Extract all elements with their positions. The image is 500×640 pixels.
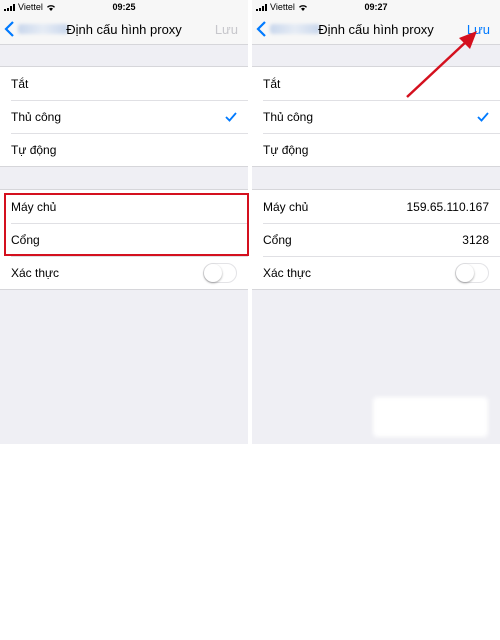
option-auto[interactable]: Tự động: [252, 133, 500, 166]
option-manual[interactable]: Thủ công: [252, 100, 500, 133]
status-bar: Viettel 09:27: [252, 0, 500, 14]
option-label: Tắt: [263, 76, 281, 91]
option-off[interactable]: Tắt: [252, 67, 500, 100]
save-button[interactable]: Lưu: [215, 22, 238, 37]
auth-row: Xác thực: [0, 256, 248, 289]
highlight-box: [4, 193, 249, 256]
status-time: 09:25: [112, 2, 136, 12]
port-field[interactable]: Cổng 3128: [252, 223, 500, 256]
auth-toggle[interactable]: [203, 262, 237, 283]
status-time: 09:27: [364, 2, 388, 12]
save-button[interactable]: Lưu: [467, 22, 490, 37]
option-off[interactable]: Tắt: [0, 67, 248, 100]
option-manual[interactable]: Thủ công: [0, 100, 248, 133]
toggle-knob: [456, 263, 474, 282]
status-bar: Viettel 09:25: [0, 0, 248, 14]
auth-row: Xác thực: [252, 256, 500, 289]
server-value: 159.65.110.167: [406, 199, 489, 214]
auth-label: Xác thực: [11, 265, 60, 280]
proxy-mode-group: Tắt Thủ công Tự động: [252, 66, 500, 167]
screen-after: Viettel 09:27 Định cấu hình proxy Lưu Tắ…: [252, 0, 500, 444]
option-label: Tự động: [263, 142, 309, 157]
auth-label: Xác thực: [263, 265, 312, 280]
option-auto[interactable]: Tự động: [0, 133, 248, 166]
option-label: Thủ công: [263, 109, 314, 124]
port-value: 3128: [462, 232, 489, 247]
checkmark-icon: [477, 111, 489, 122]
proxy-settings-group: Máy chủ 159.65.110.167 Cổng 3128 Xác thực: [252, 189, 500, 290]
checkmark-icon: [225, 111, 237, 122]
toggle-knob: [204, 263, 222, 282]
server-field[interactable]: Máy chủ 159.65.110.167: [252, 190, 500, 223]
field-label: Máy chủ: [263, 199, 309, 214]
option-label: Tự động: [11, 142, 57, 157]
field-label: Cổng: [263, 232, 292, 247]
redaction-mark: [373, 397, 488, 437]
proxy-mode-group: Tắt Thủ công Tự động: [0, 66, 248, 167]
screens-container: Viettel 09:25 Định cấu hình proxy Lưu Tắ…: [0, 0, 500, 444]
page-title: Định cấu hình proxy: [318, 22, 434, 37]
auth-toggle[interactable]: [455, 262, 489, 283]
nav-bar: Định cấu hình proxy Lưu: [252, 14, 500, 45]
option-label: Tắt: [11, 76, 29, 91]
page-title: Định cấu hình proxy: [66, 22, 182, 37]
option-label: Thủ công: [11, 109, 62, 124]
nav-bar: Định cấu hình proxy Lưu: [0, 14, 248, 45]
